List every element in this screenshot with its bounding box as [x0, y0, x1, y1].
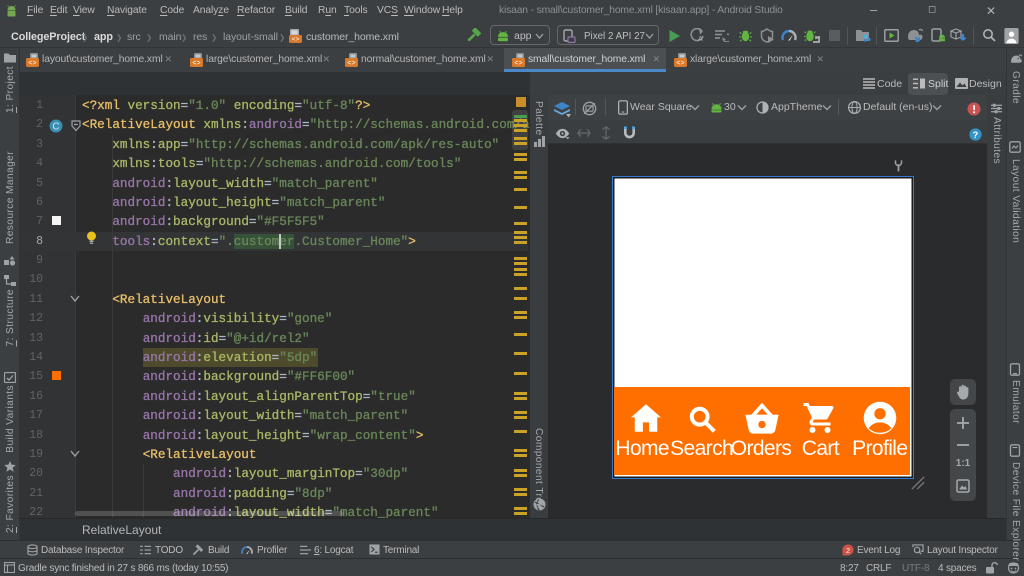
- svg-text:<>: <>: [292, 36, 300, 43]
- svg-text:<>: <>: [28, 60, 36, 68]
- svg-text:<>: <>: [514, 60, 522, 68]
- svg-text:A: A: [698, 36, 703, 43]
- svg-text:C: C: [53, 121, 60, 132]
- svg-text:2: 2: [846, 546, 850, 555]
- svg-text:<>: <>: [347, 60, 355, 68]
- svg-text:<>: <>: [192, 60, 200, 68]
- svg-text:<>: <>: [676, 60, 684, 68]
- svg-text:?: ?: [973, 129, 979, 139]
